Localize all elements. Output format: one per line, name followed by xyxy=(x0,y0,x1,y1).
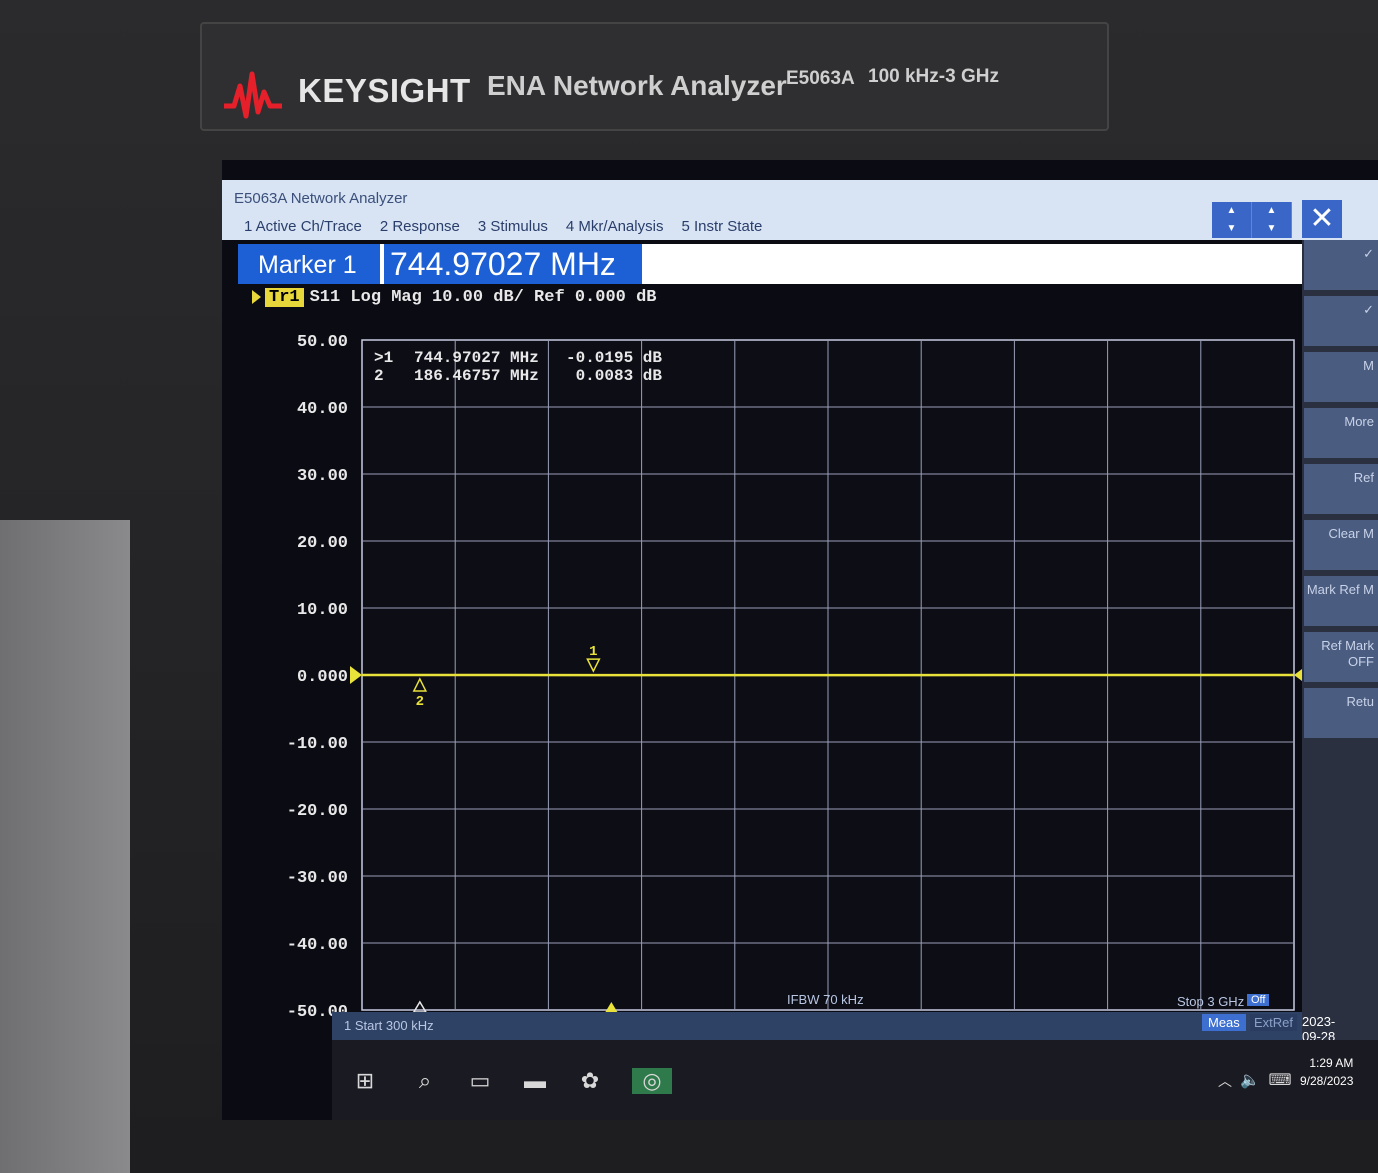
y-tick-label: -20.00 xyxy=(287,802,348,821)
desk-surface xyxy=(0,520,130,1173)
active-trace-arrow-icon xyxy=(252,289,261,304)
task-view-icon[interactable]: ▭ xyxy=(467,1068,493,1094)
app-icon[interactable]: ✿ xyxy=(577,1068,603,1094)
spin-buttons[interactable]: ▲ ▼ ▲ ▼ xyxy=(1212,202,1292,238)
spin-up-down-icon[interactable]: ▲ ▼ xyxy=(1212,202,1252,238)
file-explorer-icon[interactable]: ▬ xyxy=(522,1068,548,1094)
title-bar: E5063A Network Analyzer 1 Active Ch/Trac… xyxy=(222,180,1378,240)
marker-table: >1 744.97027 MHz -0.0195 dB 2 186.46757 MHz 0… xyxy=(374,349,662,385)
y-tick-label: 20.00 xyxy=(297,534,348,553)
status-bar: 1 Start 300 kHz IFBW 70 kHz Stop 3 GHz O… xyxy=(332,992,1335,1044)
taskbar: ⊞ ⌕ ▭ ▬ ✿ ◎ ︿ 🔈 ⌨ 1:29 AM 9/28/2023 xyxy=(332,1040,1378,1120)
status-ifbw: IFBW 70 kHz xyxy=(787,992,864,1007)
marker-value: -0.0195 dB xyxy=(566,349,662,367)
y-tick-label: 10.00 xyxy=(297,601,348,620)
status-start: 1 Start 300 kHz xyxy=(344,1018,434,1033)
taskbar-clock[interactable]: 1:29 AM 9/28/2023 xyxy=(1300,1054,1353,1090)
y-tick-label: -30.00 xyxy=(287,869,348,888)
softkey-5[interactable]: Ref xyxy=(1304,464,1378,514)
menu-bar: 1 Active Ch/Trace 2 Response 3 Stimulus … xyxy=(244,218,762,235)
menu-stimulus[interactable]: 3 Stimulus xyxy=(478,218,548,235)
brand-name: KEYSIGHT xyxy=(298,72,471,109)
marker-indicator: >1 xyxy=(374,349,393,367)
menu-active-ch-trace[interactable]: 1 Active Ch/Trace xyxy=(244,218,362,235)
marker-2-label: 2 xyxy=(416,694,424,710)
status-stop: Stop 3 GHz xyxy=(1177,994,1245,1009)
softkey-3[interactable]: M xyxy=(1304,352,1378,402)
status-meas[interactable]: Meas xyxy=(1202,1014,1246,1031)
screen: E5063A Network Analyzer 1 Active Ch/Trac… xyxy=(222,160,1378,1120)
y-tick-label: 40.00 xyxy=(297,400,348,419)
marker-indicator: 2 xyxy=(374,367,384,385)
keyboard-icon[interactable]: ⌨ xyxy=(1267,1068,1293,1094)
network-analyzer-app-icon[interactable]: ◎ xyxy=(632,1068,672,1094)
trace-header: Tr1 S11 Log Mag 10.00 dB/ Ref 0.000 dB xyxy=(252,288,656,307)
ref-level-marker-right xyxy=(1294,669,1302,681)
window-title: E5063A Network Analyzer xyxy=(234,190,408,207)
softkey-7[interactable]: Mark Ref M xyxy=(1304,576,1378,626)
softkey-4[interactable]: More xyxy=(1304,408,1378,458)
volume-icon[interactable]: 🔈 xyxy=(1237,1068,1263,1094)
chevron-up-icon[interactable]: ︿ xyxy=(1212,1068,1238,1094)
menu-response[interactable]: 2 Response xyxy=(380,218,460,235)
y-tick-label: 0.000 xyxy=(297,668,348,687)
clock-time: 1:29 AM xyxy=(1309,1056,1354,1070)
marker-frequency: 186.46757 MHz xyxy=(414,367,539,385)
y-tick-label: 30.00 xyxy=(297,467,348,486)
entry-label: Marker 1 xyxy=(238,244,380,284)
softkey-2[interactable]: ✓ xyxy=(1304,296,1378,346)
y-tick-label: 50.00 xyxy=(297,333,348,352)
y-tick-label: -10.00 xyxy=(287,735,348,754)
status-extref: ExtRef xyxy=(1250,1014,1298,1031)
model-number: E5063A xyxy=(786,68,855,89)
y-tick-label: -40.00 xyxy=(287,936,348,955)
entry-value-input[interactable]: 744.97027 MHz xyxy=(384,244,642,284)
trace-badge[interactable]: Tr1 xyxy=(265,288,304,307)
keysight-logo-icon xyxy=(224,71,282,119)
trace-plot[interactable]: 50.00 40.00 30.00 20.00 10.00 0.000 -10.00 -20.… xyxy=(222,310,1302,1040)
search-icon[interactable]: ⌕ xyxy=(412,1068,438,1094)
product-name: ENA Network Analyzer xyxy=(487,70,787,101)
softkey-1[interactable]: ✓ xyxy=(1304,240,1378,290)
trace-format: S11 Log Mag 10.00 dB/ Ref 0.000 dB xyxy=(309,288,657,307)
marker-frequency: 744.97027 MHz xyxy=(414,349,539,367)
y-axis-ticks: 50.00 40.00 30.00 20.00 10.00 0.000 -10.00 -20.… xyxy=(287,333,348,1022)
softkey-9[interactable]: Retu xyxy=(1304,688,1378,738)
close-button[interactable]: ✕ xyxy=(1302,200,1342,238)
softkey-8[interactable]: Ref Mark OFF xyxy=(1304,632,1378,682)
softkey-6[interactable]: Clear M xyxy=(1304,520,1378,570)
marker-1-label: 1 xyxy=(589,644,597,660)
spin-up-down-icon[interactable]: ▲ ▼ xyxy=(1252,202,1292,238)
entry-bar[interactable]: Marker 1 744.97027 MHz xyxy=(238,244,1318,284)
menu-instr-state[interactable]: 5 Instr State xyxy=(681,218,762,235)
clock-date: 9/28/2023 xyxy=(1300,1074,1354,1088)
menu-mkr-analysis[interactable]: 4 Mkr/Analysis xyxy=(566,218,664,235)
ref-level-marker-left xyxy=(350,666,362,684)
softkey-panel: ✓ ✓ M More Ref Clear M Mark Ref M Ref Ma… xyxy=(1302,240,1378,1120)
frequency-range: 100 kHz-3 GHz xyxy=(868,66,999,87)
windows-start-icon[interactable]: ⊞ xyxy=(352,1068,378,1094)
status-off: Off xyxy=(1247,994,1270,1006)
marker-value: 0.0083 dB xyxy=(576,367,663,385)
